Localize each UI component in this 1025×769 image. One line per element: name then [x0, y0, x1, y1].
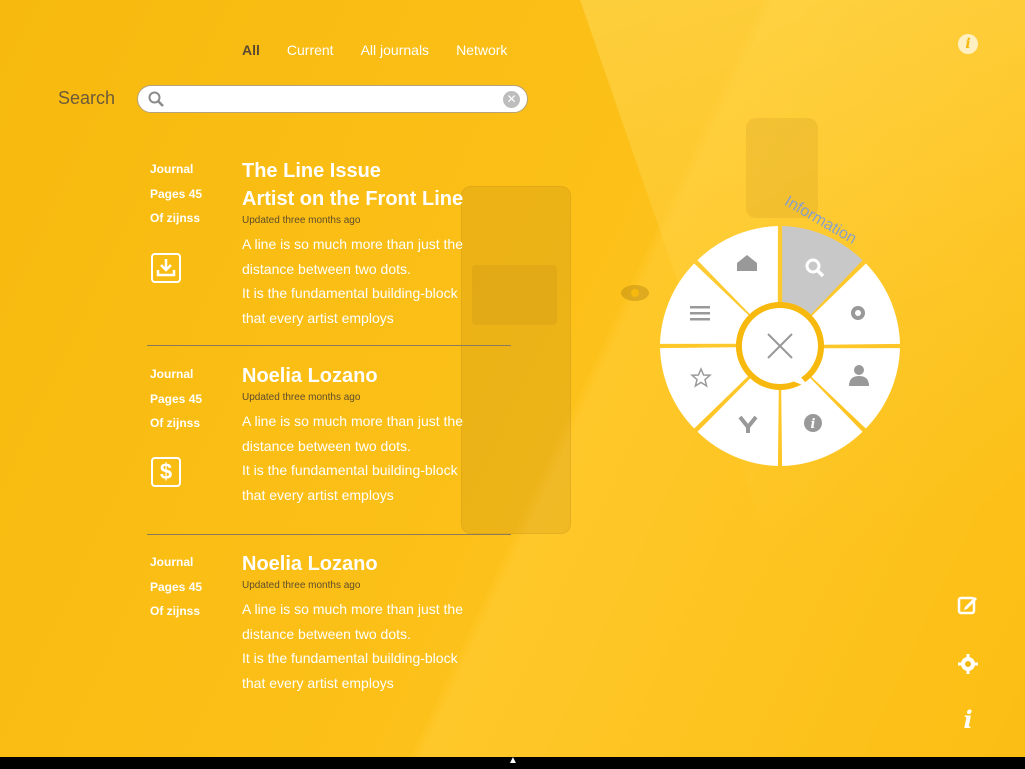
tab-network[interactable]: Network: [456, 42, 507, 58]
desc-line: that every artist employs: [242, 486, 394, 503]
meta-pages: Pages 45: [150, 579, 203, 594]
updated-timestamp: Updated three months ago: [242, 580, 361, 591]
desc-line: distance between two dots.: [242, 260, 411, 277]
search-icon: [148, 91, 164, 112]
entry-meta: Journal Pages 45 Of zijnss: [150, 362, 230, 436]
meta-type: Journal: [150, 367, 194, 381]
clear-search-icon[interactable]: ✕: [503, 91, 520, 108]
search-field[interactable]: ✕: [137, 85, 528, 113]
desc-line: It is the fundamental building-block: [242, 462, 458, 478]
svg-text:i: i: [811, 417, 816, 432]
updated-timestamp: Updated three months ago: [242, 215, 361, 226]
subtitle-line: Artist on the Front Line: [242, 188, 464, 210]
info-icon[interactable]: i: [958, 34, 978, 54]
entry-description: A line is so much more than just the dis…: [242, 232, 542, 330]
meta-author: Of zijnss: [150, 416, 201, 430]
menu-icon: [690, 306, 710, 321]
entry-content: The Line Issue Artist on the Front Line …: [242, 157, 542, 330]
download-icon[interactable]: [151, 253, 181, 283]
divider: [147, 345, 511, 346]
desc-line: A line is so much more than just the: [242, 413, 463, 429]
desc-line: It is the fundamental building-block: [242, 650, 458, 666]
title-line: Noelia Lozano: [242, 365, 378, 387]
entry-meta: Journal Pages 45 Of zijnss: [150, 157, 230, 231]
radial-menu: i: [660, 226, 900, 466]
info-italic-icon[interactable]: i: [957, 705, 979, 734]
title-line: Noelia Lozano: [242, 553, 378, 575]
meta-type: Journal: [150, 555, 194, 569]
title-line: The Line Issue: [242, 160, 381, 182]
tab-all-journals[interactable]: All journals: [361, 42, 429, 58]
entry-meta: Journal Pages 45 Of zijnss: [150, 550, 230, 624]
meta-pages: Pages 45: [150, 186, 203, 201]
meta-type: Journal: [150, 162, 194, 176]
meta-author: Of zijnss: [150, 604, 201, 618]
meta-author: Of zijnss: [150, 211, 201, 225]
eye-icon: [620, 283, 650, 309]
entry-description: A line is so much more than just the dis…: [242, 597, 542, 695]
entry-title[interactable]: Noelia Lozano: [242, 362, 542, 390]
entry-description: A line is so much more than just the dis…: [242, 409, 542, 507]
gear-icon: [851, 306, 865, 320]
tab-all[interactable]: All: [242, 42, 260, 58]
desc-line: A line is so much more than just the: [242, 236, 463, 252]
desc-line: distance between two dots.: [242, 625, 411, 642]
entry-content: Noelia Lozano Updated three months ago A…: [242, 550, 542, 695]
search-input[interactable]: [168, 89, 502, 111]
divider: [147, 534, 511, 535]
entry-title[interactable]: Noelia Lozano: [242, 550, 542, 578]
updated-timestamp: Updated three months ago: [242, 392, 361, 403]
dollar-icon[interactable]: $: [151, 457, 181, 487]
chevron-up-icon[interactable]: ▲: [508, 755, 518, 766]
entry-title[interactable]: The Line Issue Artist on the Front Line: [242, 157, 542, 213]
desc-line: A line is so much more than just the: [242, 601, 463, 617]
meta-pages: Pages 45: [150, 391, 203, 406]
search-label: Search: [58, 88, 116, 108]
desc-line: It is the fundamental building-block: [242, 285, 458, 301]
entry-content: Noelia Lozano Updated three months ago A…: [242, 362, 542, 507]
tab-current[interactable]: Current: [287, 42, 334, 58]
filter-tabs: All Current All journals Network: [242, 42, 534, 58]
info-icon: i: [804, 414, 822, 432]
desc-line: that every artist employs: [242, 309, 394, 326]
desc-line: distance between two dots.: [242, 437, 411, 454]
edit-icon[interactable]: [957, 594, 979, 616]
gear-icon[interactable]: [957, 653, 979, 675]
desc-line: that every artist employs: [242, 674, 394, 691]
